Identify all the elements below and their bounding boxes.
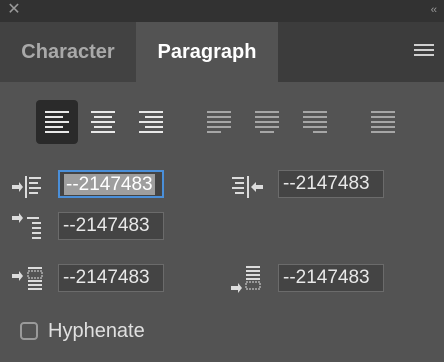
tab-character[interactable]: Character: [0, 22, 136, 82]
panel-title-bar: ✕ ‹‹: [0, 0, 444, 22]
justify-last-center-button[interactable]: [246, 100, 288, 144]
align-center-icon: [91, 111, 115, 133]
space-before-icon: [12, 267, 43, 290]
justify-all-button[interactable]: [362, 100, 404, 144]
tab-paragraph[interactable]: Paragraph: [136, 22, 278, 82]
justify-last-left-button[interactable]: [198, 100, 240, 144]
hyphenate-checkbox[interactable]: [20, 322, 38, 340]
space-after-icon: [231, 266, 261, 293]
right-indent-value: --2147483: [283, 173, 370, 194]
collapse-panel-icon[interactable]: ‹‹: [431, 3, 437, 17]
align-right-button[interactable]: [130, 100, 172, 144]
right-indent-icon: [232, 176, 263, 198]
justify-last-left-icon: [207, 111, 231, 133]
first-line-indent-value: --2147483: [63, 215, 150, 236]
tab-bar: Character Paragraph: [0, 22, 444, 82]
right-indent-input[interactable]: --2147483: [278, 170, 384, 198]
justify-all-icon: [371, 111, 395, 133]
left-indent-icon: [12, 176, 41, 198]
first-line-indent-input[interactable]: --2147483: [58, 212, 164, 240]
hyphenate-label[interactable]: Hyphenate: [48, 320, 145, 342]
first-line-indent-icon: [12, 213, 41, 239]
align-center-button[interactable]: [82, 100, 124, 144]
close-icon[interactable]: ✕: [6, 2, 22, 18]
justify-last-center-icon: [255, 111, 279, 133]
align-left-icon: [45, 111, 69, 133]
left-indent-value: --2147483: [64, 174, 155, 195]
left-indent-input[interactable]: --2147483: [58, 170, 164, 198]
space-after-input[interactable]: --2147483: [278, 264, 384, 292]
justify-last-right-button[interactable]: [294, 100, 336, 144]
align-right-icon: [139, 111, 163, 133]
space-before-input[interactable]: --2147483: [58, 264, 164, 292]
align-left-button[interactable]: [36, 100, 78, 144]
panel-menu-icon[interactable]: [414, 44, 434, 58]
space-before-value: --2147483: [63, 267, 150, 288]
justify-last-right-icon: [303, 111, 327, 133]
space-after-value: --2147483: [283, 267, 370, 288]
